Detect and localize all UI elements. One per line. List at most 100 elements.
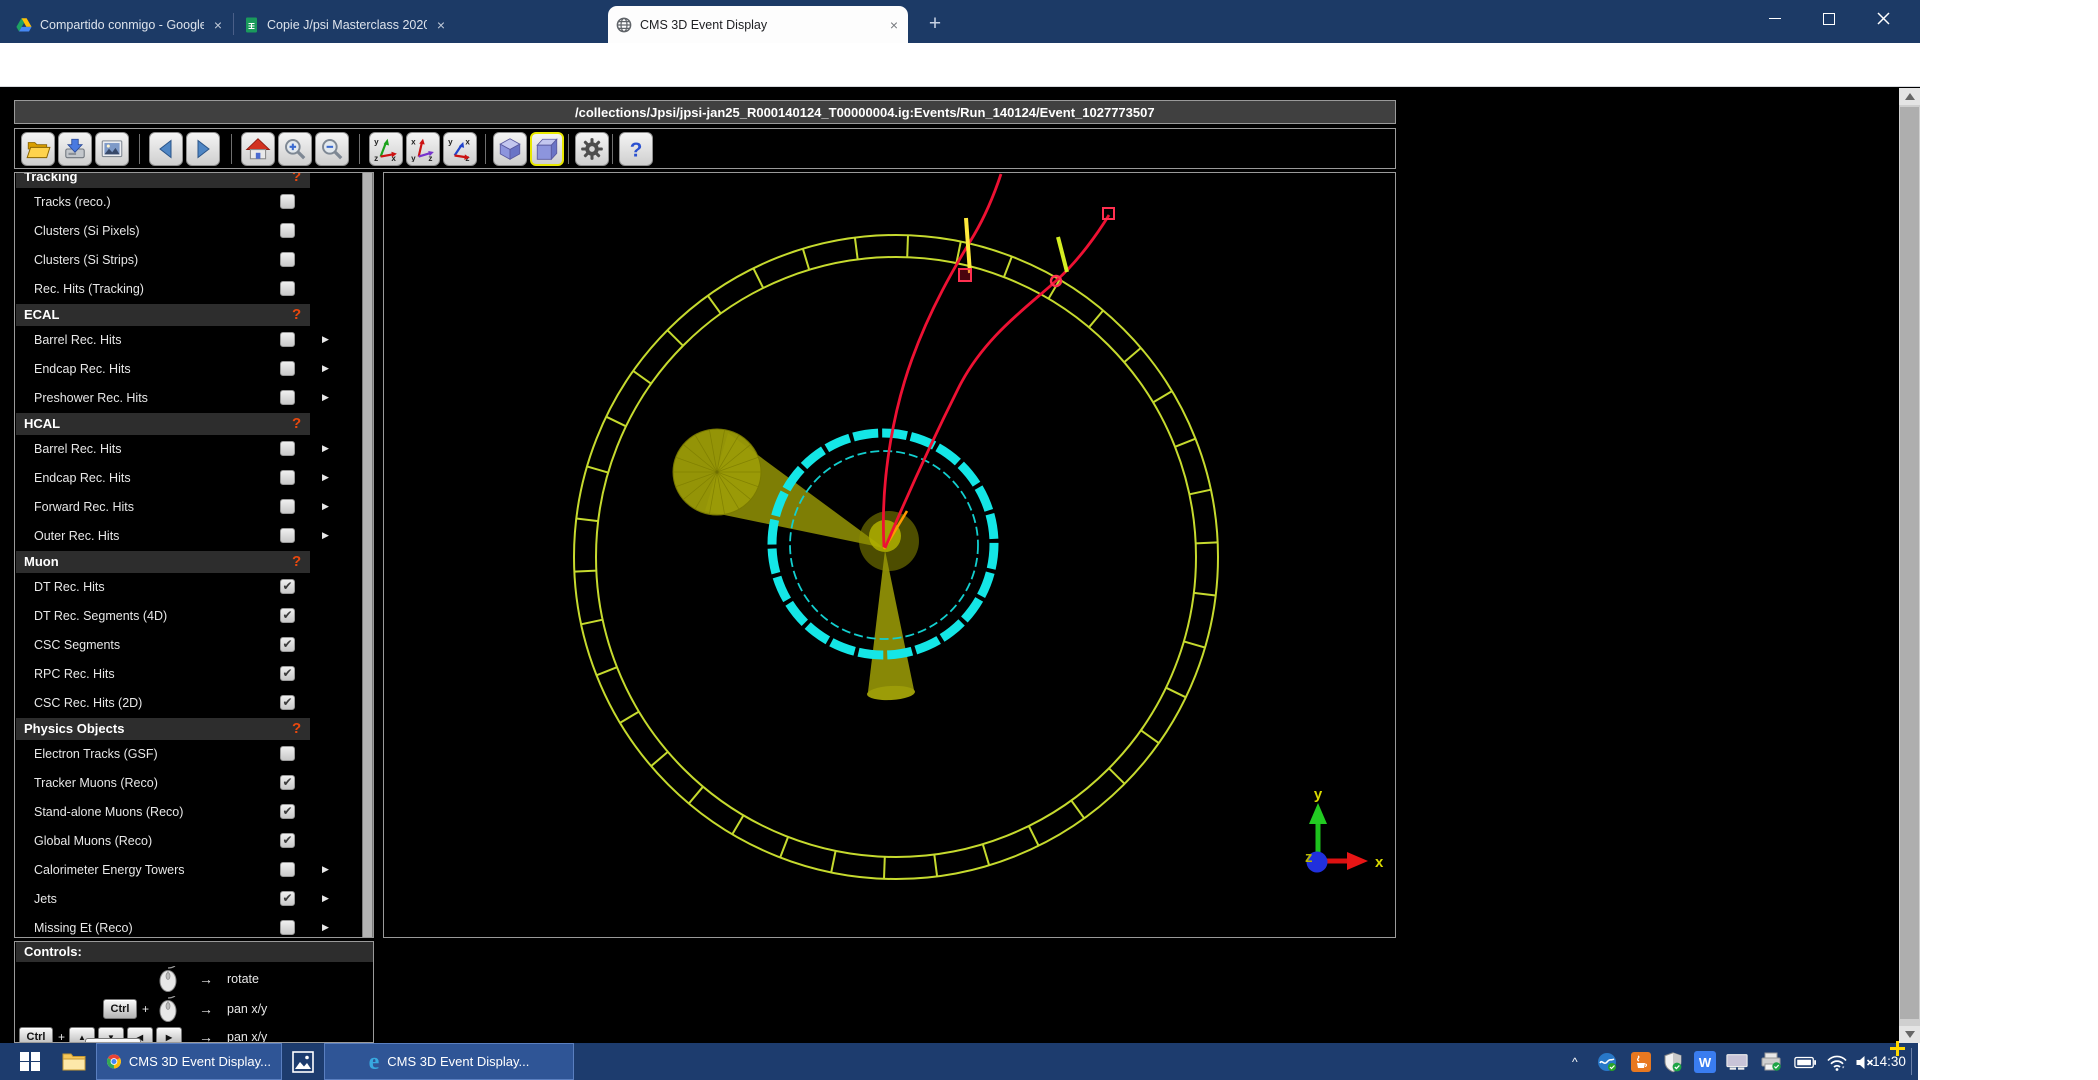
help-button[interactable]: ? (619, 132, 653, 166)
section-title: Muon (24, 554, 59, 569)
layer-checkbox[interactable] (280, 332, 295, 347)
desktop: Compartido conmigo - Google D × Copie J/… (0, 0, 1920, 1080)
zoom-out-icon (319, 136, 345, 162)
browser-address-bar: ← → i2u2.org/elab/cms/event-display/ ☆ ⋮ (0, 43, 1920, 87)
layer-label: CSC Rec. Hits (2D) (34, 696, 142, 710)
open-file-button[interactable] (21, 132, 55, 166)
import-event-button[interactable] (58, 132, 92, 166)
layer-checkbox[interactable]: ✔ (280, 608, 295, 623)
layer-checkbox[interactable]: ✔ (280, 579, 295, 594)
sidebar-scrollbar[interactable] (362, 173, 373, 937)
tab-cms-event-display[interactable]: CMS 3D Event Display × (608, 6, 908, 43)
section-help-icon[interactable]: ? (292, 553, 301, 570)
event-display-canvas[interactable]: y x z (384, 173, 1395, 937)
screenshot-button[interactable] (95, 132, 129, 166)
zoom-in-button[interactable] (278, 132, 312, 166)
expand-arrow-icon[interactable]: ▶ (322, 363, 329, 374)
expand-arrow-icon[interactable]: ▶ (322, 472, 329, 483)
home-view-button[interactable] (241, 132, 275, 166)
layer-row: DT Rec. Hits✔ (16, 573, 360, 602)
event-3d-view[interactable]: y x z (383, 172, 1396, 938)
layer-label: Tracks (reco.) (34, 195, 111, 209)
tray-monitor-app-icon[interactable] (1596, 1051, 1618, 1073)
layer-checkbox[interactable] (280, 499, 295, 514)
section-help-icon[interactable]: ? (292, 415, 301, 432)
scrollbar-thumb[interactable] (1900, 107, 1919, 1019)
tray-w-app-icon[interactable]: W (1694, 1051, 1716, 1073)
expand-arrow-icon[interactable]: ▶ (322, 334, 329, 345)
section-help-icon[interactable]: ? (292, 172, 301, 185)
window-maximize-button[interactable] (1806, 0, 1852, 36)
layer-checkbox[interactable] (280, 528, 295, 543)
layer-row: Barrel Rec. Hits▶ (16, 435, 360, 464)
layer-checkbox[interactable]: ✔ (280, 695, 295, 710)
section-title: Tracking (24, 172, 77, 184)
tab-google-drive[interactable]: Compartido conmigo - Google D × (8, 6, 232, 43)
control-row-pan-mouse: Ctrl + → pan x/y (15, 994, 373, 1024)
file-explorer-button[interactable] (56, 1043, 92, 1080)
layer-row: Missing Et (Reco)▶ (16, 914, 360, 938)
tray-battery-icon[interactable] (1794, 1051, 1816, 1073)
tab-close-icon[interactable]: × (212, 18, 224, 32)
expand-arrow-icon[interactable]: ▶ (322, 893, 329, 904)
tray-wifi-icon[interactable]: * (1826, 1051, 1848, 1073)
layer-checkbox[interactable]: ✔ (280, 804, 295, 819)
taskbar-task-chrome[interactable]: CMS 3D Event Display... (96, 1043, 282, 1080)
expand-arrow-icon[interactable]: ▶ (322, 501, 329, 512)
layer-label: RPC Rec. Hits (34, 667, 115, 681)
tab-google-sheets[interactable]: Copie J/psi Masterclass 2020 - H × (236, 6, 455, 43)
layer-checkbox[interactable]: ✔ (280, 891, 295, 906)
svg-text:*: * (1842, 1066, 1845, 1071)
taskbar-photos-button[interactable] (286, 1043, 320, 1080)
hidden-icons-button[interactable]: ^ (1572, 1043, 1578, 1080)
layer-checkbox[interactable]: ✔ (280, 637, 295, 652)
tray-print-queue-icon[interactable] (1760, 1051, 1782, 1073)
taskbar-task-edge[interactable]: e CMS 3D Event Display... (324, 1043, 574, 1080)
view-xy-axis-button[interactable]: yxz (443, 132, 477, 166)
expand-arrow-icon[interactable]: ▶ (322, 530, 329, 541)
view-xz-axis-button[interactable]: xyz (406, 132, 440, 166)
expand-arrow-icon[interactable]: ▶ (322, 864, 329, 875)
window-close-button[interactable] (1860, 0, 1906, 36)
window-minimize-button[interactable] (1752, 0, 1798, 36)
layer-checkbox[interactable]: ✔ (280, 833, 295, 848)
tray-defender-icon[interactable] (1662, 1051, 1684, 1073)
sidebar-section-header: ECAL? (16, 304, 310, 326)
page-scrollbar[interactable] (1899, 88, 1920, 1043)
tab-close-icon[interactable]: × (435, 18, 447, 32)
perspective-cube-icon (497, 136, 523, 162)
layer-checkbox[interactable] (280, 390, 295, 405)
expand-arrow-icon[interactable]: ▶ (322, 443, 329, 454)
start-button[interactable] (12, 1043, 48, 1080)
layer-checkbox[interactable] (280, 252, 295, 267)
perspective-view-button[interactable] (493, 132, 527, 166)
layer-checkbox[interactable] (280, 223, 295, 238)
expand-arrow-icon[interactable]: ▶ (322, 392, 329, 403)
layer-row: Tracker Muons (Reco)✔ (16, 769, 360, 798)
layer-checkbox[interactable] (280, 281, 295, 296)
new-tab-button[interactable]: + (922, 11, 948, 37)
axis-label-y: y (1314, 786, 1323, 803)
expand-arrow-icon[interactable]: ▶ (322, 922, 329, 933)
zoom-out-button[interactable] (315, 132, 349, 166)
settings-button[interactable] (575, 132, 609, 166)
layer-checkbox[interactable]: ✔ (280, 775, 295, 790)
tray-display-icon[interactable] (1726, 1051, 1748, 1073)
layer-checkbox[interactable] (280, 746, 295, 761)
layer-checkbox[interactable] (280, 470, 295, 485)
orthographic-view-button[interactable] (530, 132, 564, 166)
layer-checkbox[interactable] (280, 920, 295, 935)
tray-java-icon[interactable] (1630, 1051, 1652, 1073)
view-yx-axis-button[interactable]: yxz (369, 132, 403, 166)
layer-checkbox[interactable]: ✔ (280, 666, 295, 681)
scroll-up-button[interactable] (1899, 88, 1920, 105)
section-help-icon[interactable]: ? (292, 306, 301, 323)
next-event-button[interactable] (186, 132, 220, 166)
section-help-icon[interactable]: ? (292, 720, 301, 737)
layer-checkbox[interactable] (280, 361, 295, 376)
layer-checkbox[interactable] (280, 441, 295, 456)
layer-checkbox[interactable] (280, 194, 295, 209)
previous-event-button[interactable] (149, 132, 183, 166)
tab-close-icon[interactable]: × (888, 18, 900, 32)
layer-checkbox[interactable] (280, 862, 295, 877)
